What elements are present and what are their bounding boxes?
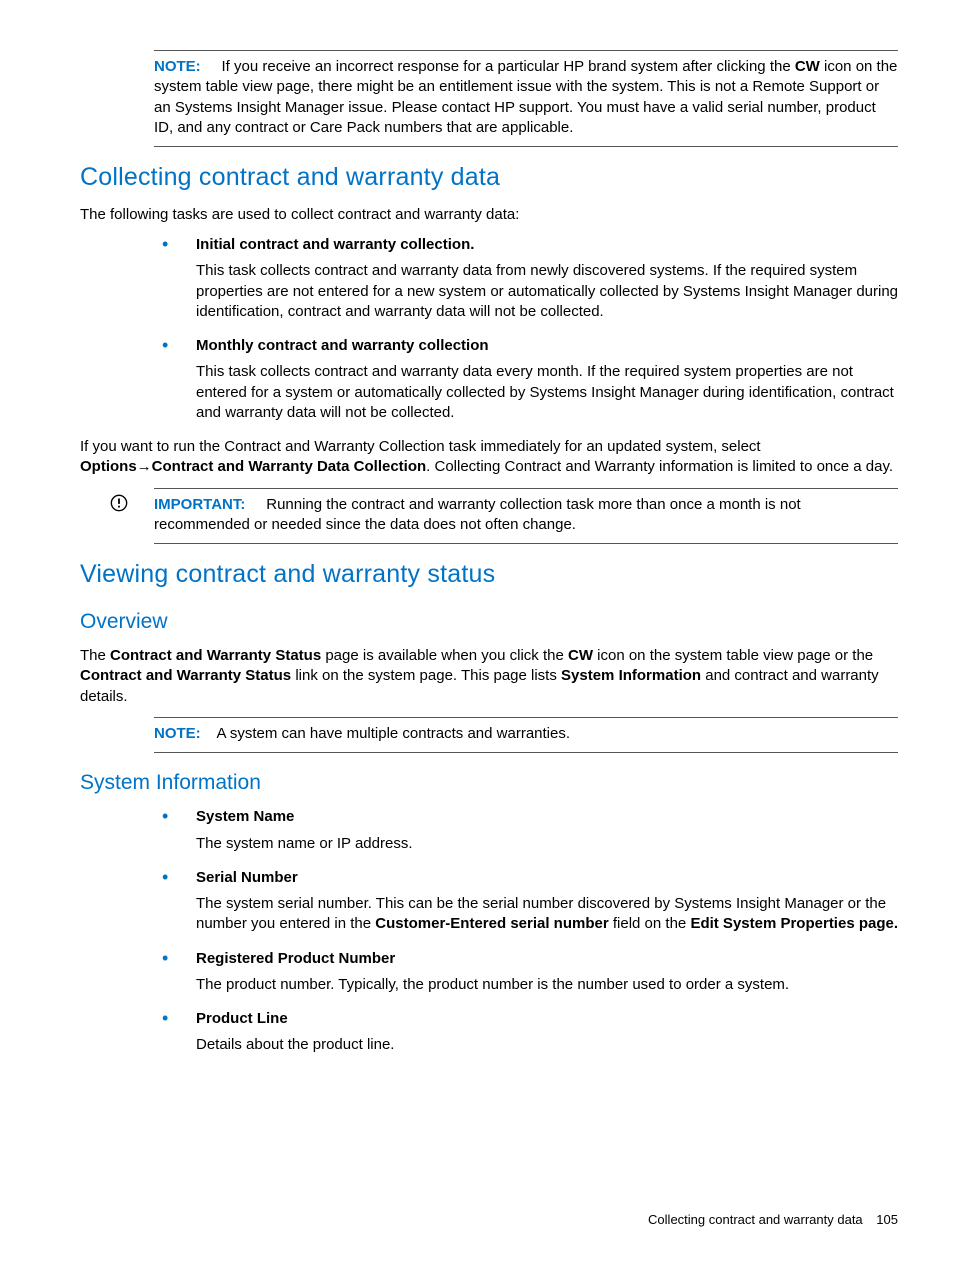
section-heading-viewing: Viewing contract and warranty status (80, 558, 898, 592)
document-page: NOTE: If you receive an incorrect respon… (0, 0, 954, 1271)
overview-paragraph: The Contract and Warranty Status page is… (80, 646, 898, 707)
list-item-desc: The system serial number. This can be th… (196, 894, 898, 935)
bold: CW (568, 647, 593, 664)
note-block: NOTE: A system can have multiple contrac… (154, 717, 898, 753)
list-item: Product Line Details about the product l… (80, 1009, 898, 1056)
list-item-desc: The system name or IP address. (196, 834, 898, 854)
list-item: Serial Number The system serial number. … (80, 868, 898, 935)
page-number: 105 (876, 1212, 898, 1227)
collection-paragraph: If you want to run the Contract and Warr… (80, 437, 898, 478)
list-item: Monthly contract and warranty collection… (80, 336, 898, 423)
list-item-title: System Name (196, 807, 898, 827)
text: The (80, 647, 110, 664)
list-item: Registered Product Number The product nu… (80, 949, 898, 996)
bold: Edit System Properties page. (690, 915, 898, 932)
note-text: A system can have multiple contracts and… (217, 725, 571, 742)
list-item-desc: This task collects contract and warranty… (196, 362, 898, 423)
list-item-title: Initial contract and warranty collection… (196, 235, 898, 255)
note-label: NOTE: (154, 725, 201, 742)
footer-text: Collecting contract and warranty data (648, 1212, 863, 1227)
page-footer: Collecting contract and warranty data 10… (648, 1211, 898, 1229)
list-item-title: Registered Product Number (196, 949, 898, 969)
important-icon (110, 494, 128, 512)
options-bold: Options (80, 458, 137, 475)
note-label: NOTE: (154, 58, 201, 75)
important-block: IMPORTANT: Running the contract and warr… (154, 488, 898, 545)
list-item-desc: The product number. Typically, the produ… (196, 975, 898, 995)
bold: Contract and Warranty Status (110, 647, 321, 664)
note-block: NOTE: If you receive an incorrect respon… (154, 50, 898, 147)
bold: Customer-Entered serial number (375, 915, 608, 932)
text: . Collecting Contract and Warranty infor… (426, 458, 893, 475)
text: If you want to run the Contract and Warr… (80, 438, 761, 455)
note-bold-cw: CW (795, 58, 820, 75)
bold: System Information (561, 667, 701, 684)
list-item-title: Serial Number (196, 868, 898, 888)
important-text: Running the contract and warranty collec… (154, 496, 801, 533)
list-item: Initial contract and warranty collection… (80, 235, 898, 322)
text: page is available when you click the (321, 647, 568, 664)
list-item: System Name The system name or IP addres… (80, 807, 898, 854)
list-item-title: Product Line (196, 1009, 898, 1029)
text: icon on the system table view page or th… (593, 647, 873, 664)
text: link on the system page. This page lists (291, 667, 561, 684)
intro-paragraph: The following tasks are used to collect … (80, 205, 898, 225)
menu-bold: Contract and Warranty Data Collection (152, 458, 426, 475)
list-item-desc: Details about the product line. (196, 1035, 898, 1055)
note-text: If you receive an incorrect response for… (222, 58, 795, 75)
section-heading-collecting: Collecting contract and warranty data (80, 161, 898, 195)
arrow: → (137, 458, 152, 475)
task-list: Initial contract and warranty collection… (80, 235, 898, 423)
bold: Contract and Warranty Status (80, 667, 291, 684)
important-label: IMPORTANT: (154, 496, 245, 513)
list-item-desc: This task collects contract and warranty… (196, 261, 898, 322)
list-item-title: Monthly contract and warranty collection (196, 336, 898, 356)
subsection-overview: Overview (80, 608, 898, 636)
text: field on the (609, 915, 691, 932)
system-info-list: System Name The system name or IP addres… (80, 807, 898, 1055)
subsection-system-information: System Information (80, 769, 898, 797)
